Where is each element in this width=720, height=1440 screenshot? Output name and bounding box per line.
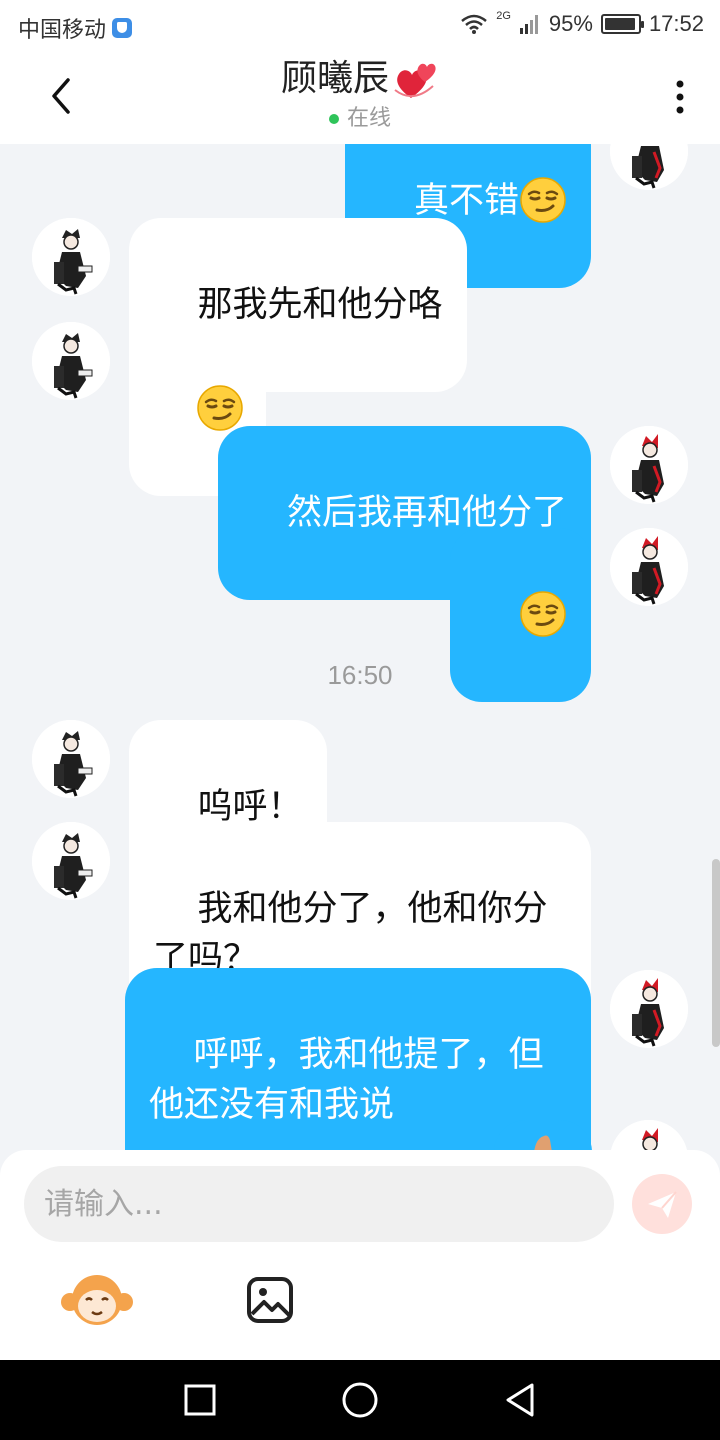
smirk-emoji-icon bbox=[196, 384, 244, 432]
system-nav-bar bbox=[0, 1360, 720, 1440]
message-text: 呜呼！ bbox=[197, 787, 303, 827]
presence-label: 在线 bbox=[346, 106, 391, 131]
avatar-image bbox=[32, 822, 110, 900]
online-status-dot bbox=[328, 114, 339, 124]
carrier-label: 中国移动 bbox=[18, 17, 107, 42]
contact-avatar[interactable] bbox=[32, 322, 110, 400]
avatar-image bbox=[610, 426, 688, 504]
wifi-icon bbox=[461, 14, 488, 34]
message-bubble-outgoing[interactable] bbox=[494, 1120, 592, 1150]
avatar-image bbox=[610, 144, 688, 190]
avatar-image bbox=[610, 1120, 688, 1150]
my-avatar[interactable] bbox=[610, 426, 688, 504]
recent-apps-button[interactable] bbox=[180, 1380, 220, 1420]
smirk-emoji-icon bbox=[519, 590, 567, 638]
message-input[interactable] bbox=[24, 1166, 614, 1242]
my-avatar[interactable] bbox=[610, 528, 688, 606]
time-divider: 16:50 bbox=[327, 660, 393, 690]
status-bar: 中国移动 2G 95% 17:52 bbox=[0, 0, 720, 50]
scrollbar[interactable] bbox=[712, 859, 720, 1047]
composer-panel bbox=[0, 1150, 720, 1360]
message-text: 真不错 bbox=[413, 181, 519, 221]
circle-icon bbox=[342, 1382, 378, 1418]
nav-back-button[interactable] bbox=[500, 1380, 540, 1420]
signal-icon bbox=[519, 15, 538, 34]
avatar-image bbox=[610, 528, 688, 606]
send-icon bbox=[648, 1191, 677, 1218]
message-text: 然后我再和他分了 bbox=[286, 493, 567, 533]
contact-avatar[interactable] bbox=[32, 822, 110, 900]
more-vertical-icon bbox=[676, 80, 684, 114]
clock: 17:52 bbox=[648, 11, 704, 36]
contact-avatar[interactable] bbox=[32, 720, 110, 798]
smirk-emoji-icon bbox=[519, 176, 567, 224]
my-avatar[interactable] bbox=[610, 1120, 688, 1150]
square-icon bbox=[184, 1384, 216, 1416]
thumbs-up-emoji-icon bbox=[534, 1135, 552, 1150]
avatar-image bbox=[32, 720, 110, 798]
contact-name: 顾曦辰 bbox=[280, 58, 389, 99]
my-avatar[interactable] bbox=[610, 144, 688, 190]
message-text: 我和他分了，他和你分 了吗？ bbox=[153, 889, 548, 979]
image-picker-button[interactable] bbox=[246, 1276, 294, 1324]
avatar-image bbox=[610, 970, 688, 1048]
battery-level-fill bbox=[604, 18, 636, 30]
sticker-button[interactable] bbox=[60, 1272, 134, 1328]
hearts-icon bbox=[394, 63, 436, 98]
more-options-button[interactable] bbox=[666, 72, 694, 122]
network-type-label: 2G bbox=[496, 10, 511, 22]
image-icon bbox=[247, 1277, 293, 1323]
monkey-sticker-icon bbox=[61, 1275, 133, 1325]
avatar-image bbox=[32, 322, 110, 400]
message-list[interactable]: 真不错 那我先和他分咯 然后我再和他分了 16:50 呜呼！ 我和他分了，他和你… bbox=[0, 144, 720, 1150]
contact-avatar[interactable] bbox=[32, 218, 110, 296]
message-text: 呼呼，我和他提了，但 他还没有和我说 bbox=[149, 1035, 544, 1125]
message-text: 那我先和他分咯 bbox=[197, 285, 443, 325]
battery-icon bbox=[600, 14, 644, 34]
triangle-back-icon bbox=[506, 1383, 534, 1417]
avatar-image bbox=[32, 218, 110, 296]
battery-percent: 95% bbox=[548, 11, 593, 36]
chat-header: 顾曦辰 在线 bbox=[0, 50, 720, 144]
my-avatar[interactable] bbox=[610, 970, 688, 1048]
send-button[interactable] bbox=[632, 1174, 692, 1234]
home-button[interactable] bbox=[340, 1380, 380, 1420]
security-shield-icon bbox=[112, 18, 133, 38]
